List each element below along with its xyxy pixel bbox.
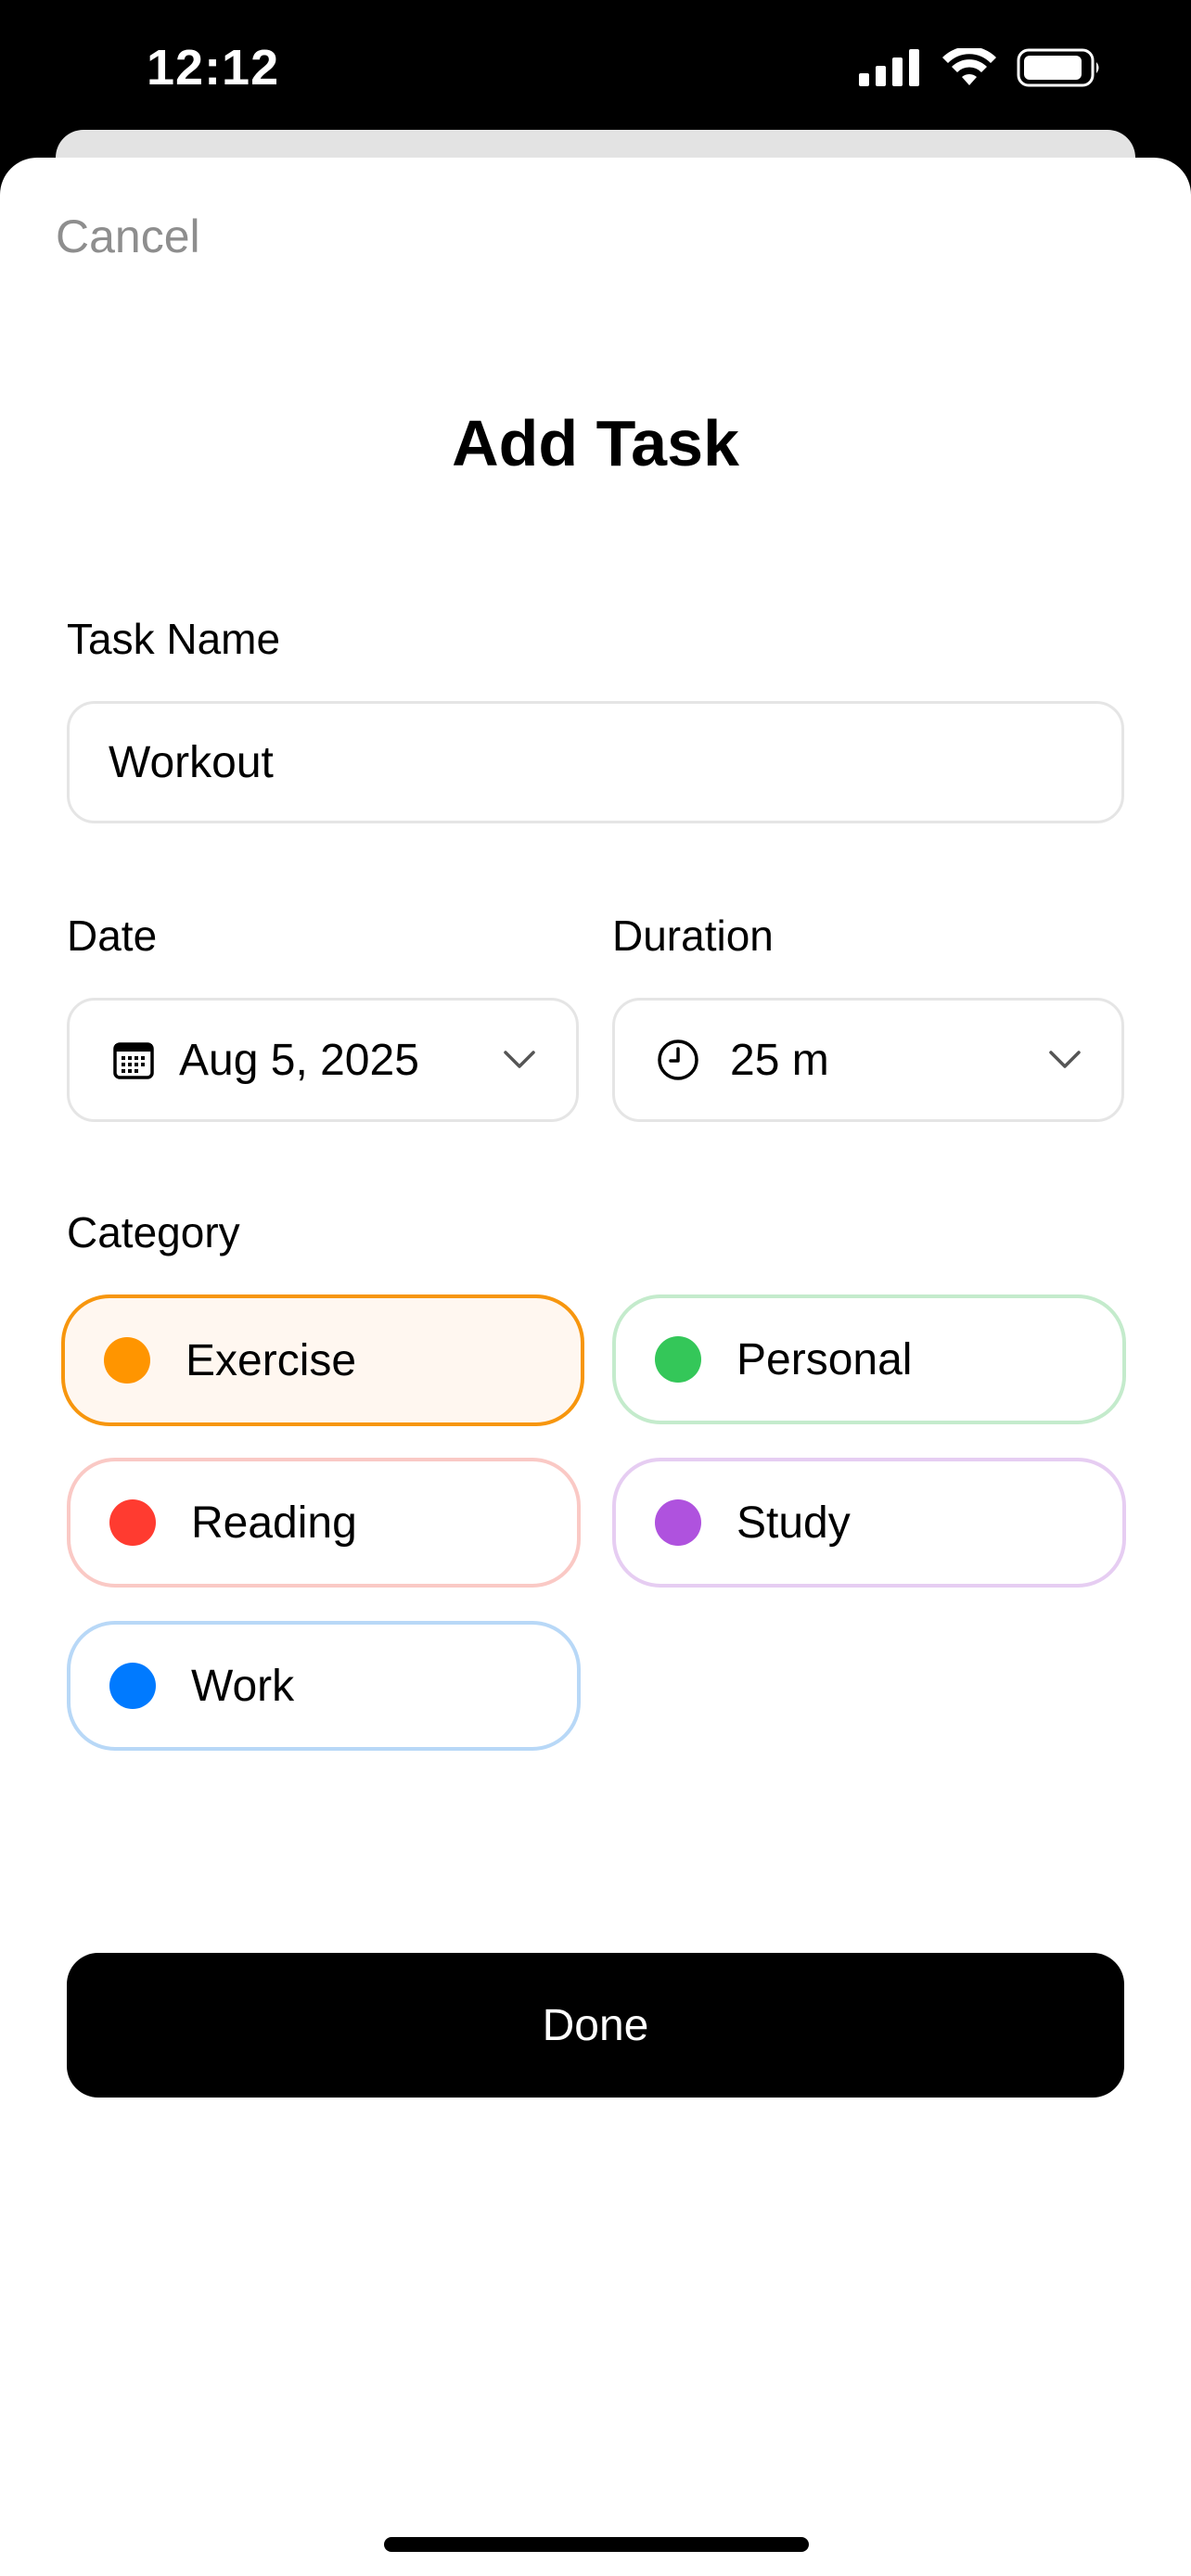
task-name-label: Task Name <box>67 615 281 663</box>
task-name-field[interactable]: Workout <box>67 701 1124 823</box>
chevron-down-icon <box>504 1051 535 1068</box>
status-bar: 12:12 <box>0 0 1191 139</box>
date-picker[interactable]: Aug 5, 2025 <box>67 998 579 1122</box>
category-chip-study[interactable]: Study <box>612 1458 1126 1588</box>
category-color-dot <box>109 1499 156 1546</box>
wifi-icon <box>942 48 996 85</box>
duration-value: 25 m <box>730 1035 829 1085</box>
category-chip-reading[interactable]: Reading <box>67 1458 581 1588</box>
page-title: Add Task <box>452 407 739 479</box>
cellular-signal-icon <box>859 49 919 86</box>
category-chip-label: Reading <box>191 1498 357 1548</box>
status-time: 12:12 <box>147 40 280 96</box>
category-chip-label: Work <box>191 1661 295 1711</box>
battery-icon <box>1017 48 1099 87</box>
chevron-down-icon <box>1049 1051 1081 1068</box>
category-color-dot <box>655 1499 701 1546</box>
category-color-dot <box>109 1663 156 1709</box>
category-chip-label: Study <box>736 1498 851 1548</box>
cancel-button[interactable]: Cancel <box>56 210 200 263</box>
add-task-sheet: Cancel Add Task Task Name Workout Date A… <box>0 158 1191 2576</box>
clock-icon <box>658 1039 698 1080</box>
duration-label: Duration <box>612 912 774 960</box>
calendar-icon <box>113 1042 154 1079</box>
duration-picker[interactable]: 25 m <box>612 998 1124 1122</box>
status-icons <box>859 48 1102 87</box>
category-label: Category <box>67 1208 240 1256</box>
category-chip-exercise[interactable]: Exercise <box>61 1294 584 1426</box>
home-indicator <box>384 2537 809 2552</box>
date-label: Date <box>67 912 158 960</box>
category-chip-label: Exercise <box>186 1335 357 1385</box>
category-chip-personal[interactable]: Personal <box>612 1294 1126 1424</box>
done-button[interactable]: Done <box>67 1953 1124 2098</box>
date-value: Aug 5, 2025 <box>179 1035 419 1085</box>
category-color-dot <box>655 1336 701 1383</box>
category-color-dot <box>104 1337 150 1384</box>
task-name-value: Workout <box>109 737 274 787</box>
category-chip-work[interactable]: Work <box>67 1621 581 1751</box>
category-chip-label: Personal <box>736 1334 913 1384</box>
